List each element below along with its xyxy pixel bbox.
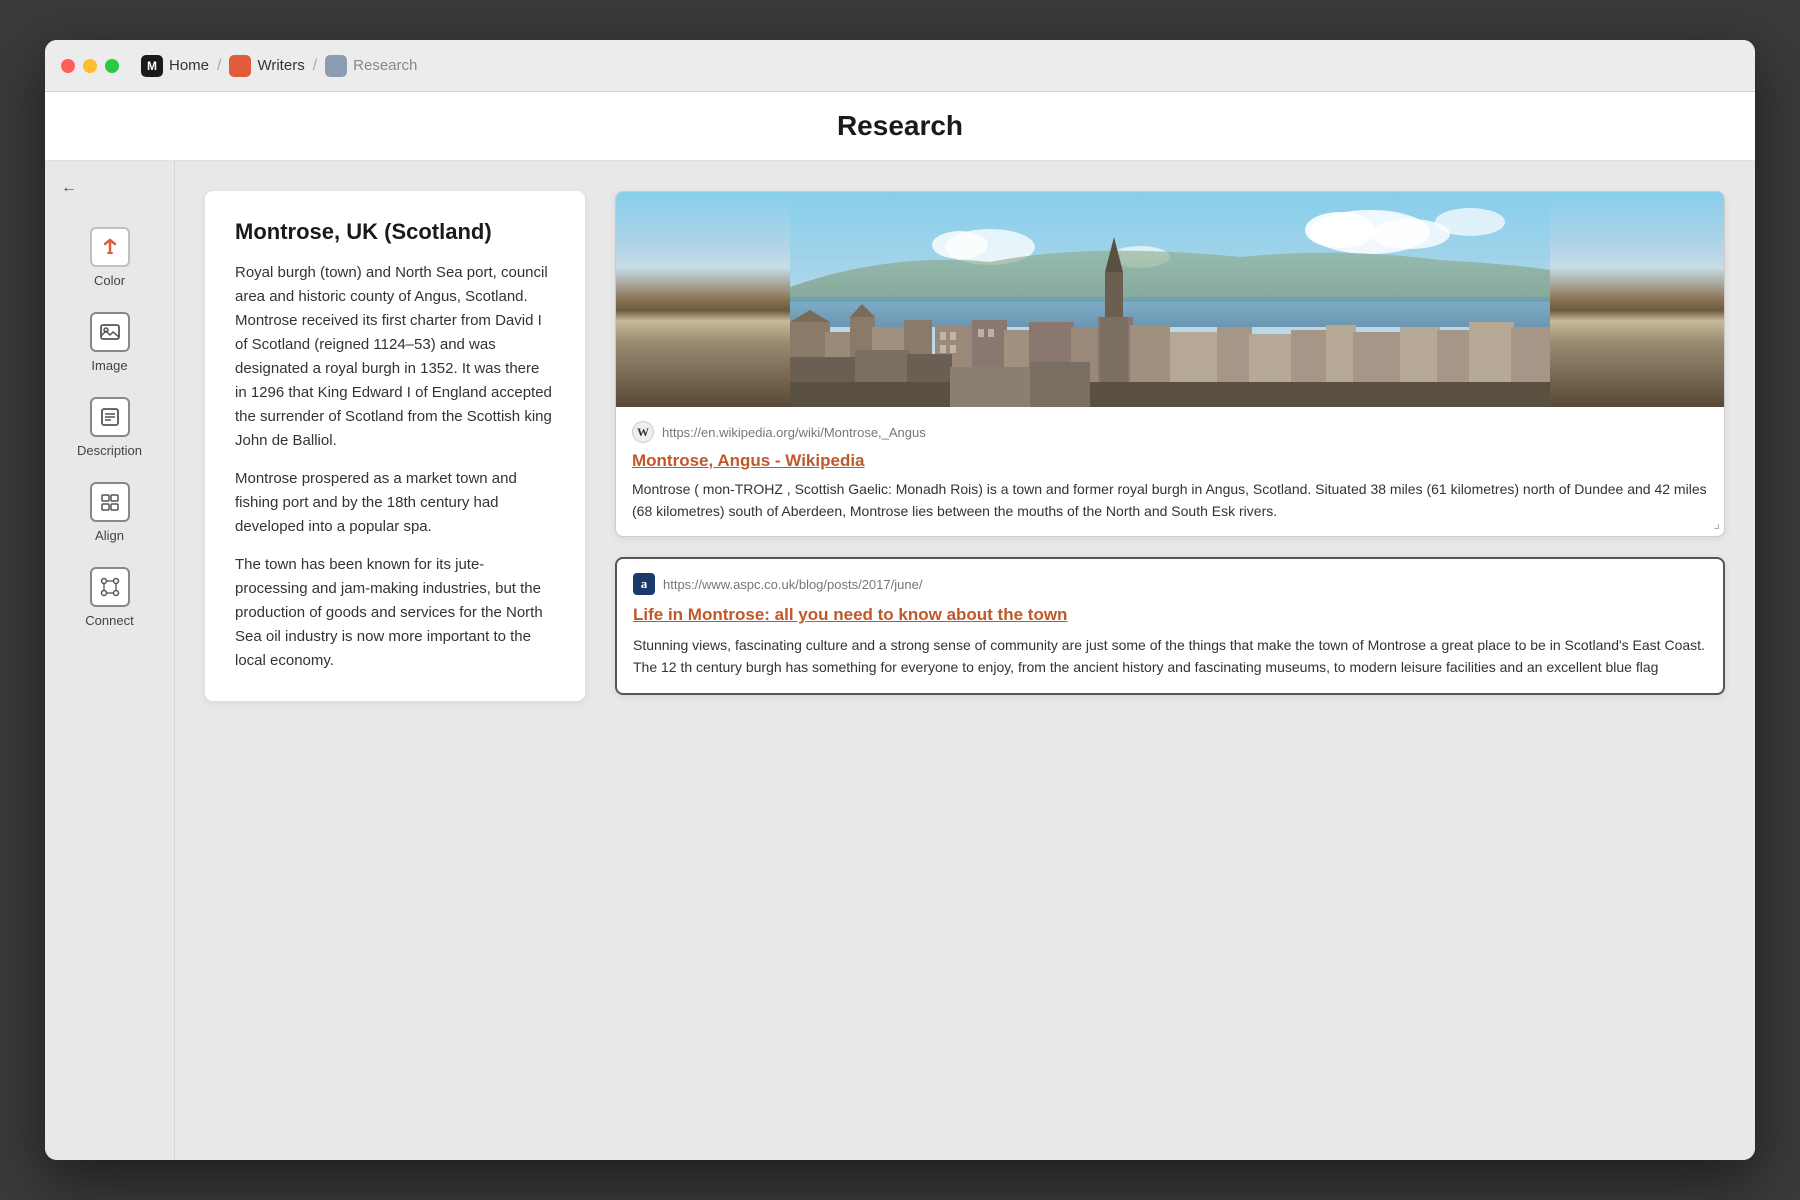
text-card: Montrose, UK (Scotland) Royal burgh (tow… <box>205 191 585 701</box>
text-card-para-1: Royal burgh (town) and North Sea port, c… <box>235 261 555 453</box>
wiki-image <box>616 192 1724 407</box>
wiki-desc: Montrose ( mon-TROHZ , Scottish Gaelic: … <box>632 479 1708 522</box>
breadcrumb-home[interactable]: M Home <box>141 55 209 77</box>
text-card-title: Montrose, UK (Scotland) <box>235 219 555 245</box>
back-button[interactable]: ← <box>45 171 174 205</box>
breadcrumb-sep-1: / <box>217 57 221 75</box>
description-icon <box>90 397 130 437</box>
main-layout: ← Color <box>45 161 1755 1160</box>
breadcrumb-writers-label: Writers <box>257 57 304 74</box>
breadcrumb: M Home / Writers / Research <box>141 55 417 77</box>
breadcrumb-writers[interactable]: Writers <box>229 55 304 77</box>
sidebar-item-connect[interactable]: Connect <box>45 555 174 640</box>
breadcrumb-sep-2: / <box>313 57 317 75</box>
traffic-lights <box>61 59 119 73</box>
home-icon: M <box>141 55 163 77</box>
wiki-title[interactable]: Montrose, Angus - Wikipedia <box>632 451 1708 471</box>
titlebar: M Home / Writers / Research <box>45 40 1755 92</box>
aspc-content: a https://www.aspc.co.uk/blog/posts/2017… <box>617 559 1723 692</box>
text-card-para-2: Montrose prospered as a market town and … <box>235 467 555 539</box>
color-icon <box>90 227 130 267</box>
maximize-button[interactable] <box>105 59 119 73</box>
description-label: Description <box>77 443 142 458</box>
aspc-url: https://www.aspc.co.uk/blog/posts/2017/j… <box>663 577 922 592</box>
breadcrumb-research-label: Research <box>353 57 417 74</box>
wiki-url-row: W https://en.wikipedia.org/wiki/Montrose… <box>632 421 1708 443</box>
page-title: Research <box>85 110 1715 142</box>
sidebar: ← Color <box>45 161 175 1160</box>
back-arrow: ← <box>61 179 77 197</box>
breadcrumb-research[interactable]: Research <box>325 55 417 77</box>
aspc-badge: a <box>633 573 655 595</box>
breadcrumb-home-label: Home <box>169 57 209 74</box>
sidebar-item-color[interactable]: Color <box>45 215 174 300</box>
right-column: W https://en.wikipedia.org/wiki/Montrose… <box>615 191 1725 695</box>
image-icon <box>90 312 130 352</box>
align-icon <box>90 482 130 522</box>
wiki-url: https://en.wikipedia.org/wiki/Montrose,_… <box>662 425 926 440</box>
aspc-title[interactable]: Life in Montrose: all you need to know a… <box>633 603 1707 627</box>
writers-icon <box>229 55 251 77</box>
wiki-content: W https://en.wikipedia.org/wiki/Montrose… <box>616 407 1724 536</box>
resize-handle[interactable]: ⌟ <box>1713 515 1720 532</box>
image-label: Image <box>91 358 127 373</box>
content-area: Montrose, UK (Scotland) Royal burgh (tow… <box>175 161 1755 1160</box>
minimize-button[interactable] <box>83 59 97 73</box>
app-window: M Home / Writers / Research Research ← <box>45 40 1755 1160</box>
connect-label: Connect <box>85 613 133 628</box>
sidebar-item-image[interactable]: Image <box>45 300 174 385</box>
sidebar-item-align[interactable]: Align <box>45 470 174 555</box>
sidebar-item-description[interactable]: Description <box>45 385 174 470</box>
research-icon <box>325 55 347 77</box>
text-card-para-3: The town has been known for its jute-pro… <box>235 553 555 673</box>
color-label: Color <box>94 273 125 288</box>
wiki-card: W https://en.wikipedia.org/wiki/Montrose… <box>615 191 1725 537</box>
align-label: Align <box>95 528 124 543</box>
aspc-card: a https://www.aspc.co.uk/blog/posts/2017… <box>615 557 1725 694</box>
aspc-url-row: a https://www.aspc.co.uk/blog/posts/2017… <box>633 573 1707 595</box>
page-title-bar: Research <box>45 92 1755 161</box>
close-button[interactable] <box>61 59 75 73</box>
connect-icon <box>90 567 130 607</box>
wiki-badge: W <box>632 421 654 443</box>
aspc-desc: Stunning views, fascinating culture and … <box>633 635 1707 678</box>
